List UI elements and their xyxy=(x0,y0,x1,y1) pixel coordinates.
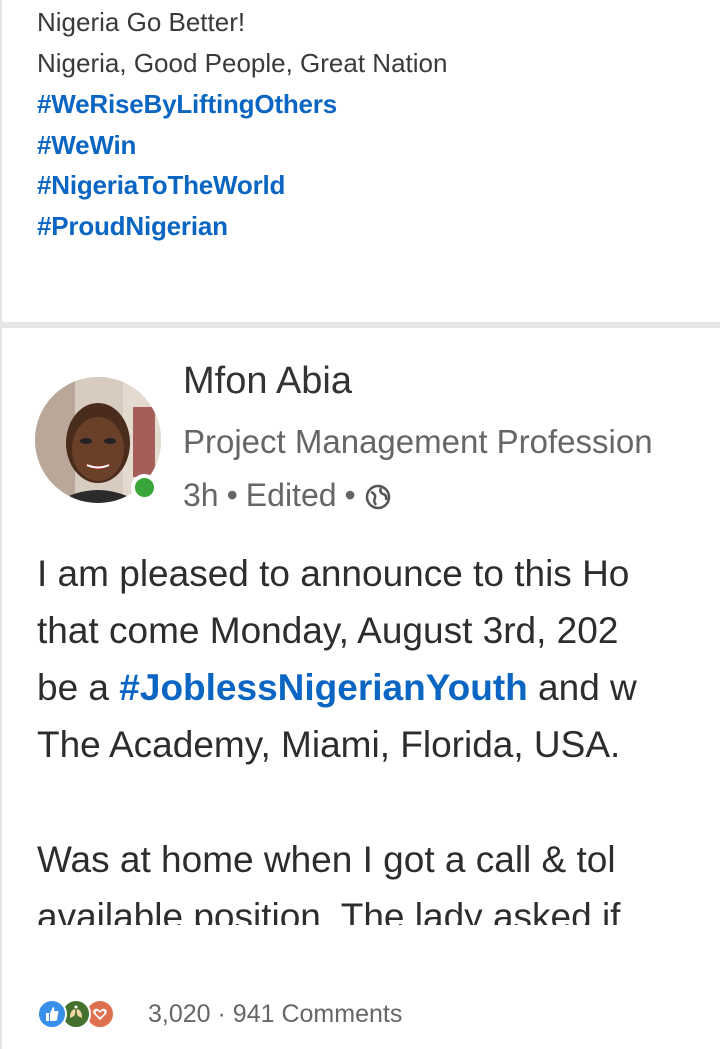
post-body-line: I am pleased to announce to this Ho xyxy=(37,553,630,594)
globe-icon xyxy=(364,482,392,510)
separator-dot: • xyxy=(344,477,356,513)
author-headline: Project Management Profession xyxy=(183,423,653,460)
hashtag-link[interactable]: #JoblessNigerianYouth xyxy=(119,667,527,708)
post-text-line: Nigeria Go Better! xyxy=(37,7,246,37)
post-body-line: be a #JoblessNigerianYouth and w xyxy=(37,666,637,710)
post-meta: 3h • Edited • xyxy=(183,477,392,514)
post-body-text: and w xyxy=(527,667,637,708)
separator-dot: · xyxy=(217,1000,233,1028)
reactions-count[interactable]: 3,020 xyxy=(148,1000,211,1028)
post-body-line: available position. The lady asked if xyxy=(37,896,621,925)
online-status-indicator xyxy=(131,474,158,501)
post-body-line: that come Monday, August 3rd, 202 xyxy=(37,610,619,651)
post-text-line: Nigeria, Good People, Great Nation xyxy=(37,48,448,78)
reactions-summary[interactable] xyxy=(37,996,115,1032)
post-body-line: The Academy, Miami, Florida, USA. xyxy=(37,724,621,765)
separator-dot: • xyxy=(226,477,238,513)
post-body-line: Was at home when I got a call & tol xyxy=(37,839,616,880)
edited-label: Edited xyxy=(245,477,337,513)
hashtag-link[interactable]: #ProudNigerian xyxy=(37,209,228,243)
social-counts: 3,020 · 941 Comments xyxy=(148,997,402,1031)
post-time: 3h xyxy=(183,477,219,513)
comments-count[interactable]: 941 Comments xyxy=(233,1000,403,1028)
hashtag-link[interactable]: #WeWin xyxy=(37,128,136,162)
truncated-text-clip: available position. The lady asked if xyxy=(0,895,720,925)
post-body-text: be a xyxy=(37,667,120,708)
author-name[interactable]: Mfon Abia xyxy=(183,360,352,403)
hashtag-link[interactable]: #NigeriaToTheWorld xyxy=(37,168,285,202)
like-reaction-icon xyxy=(37,999,67,1029)
hashtag-link[interactable]: #WeRiseByLiftingOthers xyxy=(37,87,337,121)
